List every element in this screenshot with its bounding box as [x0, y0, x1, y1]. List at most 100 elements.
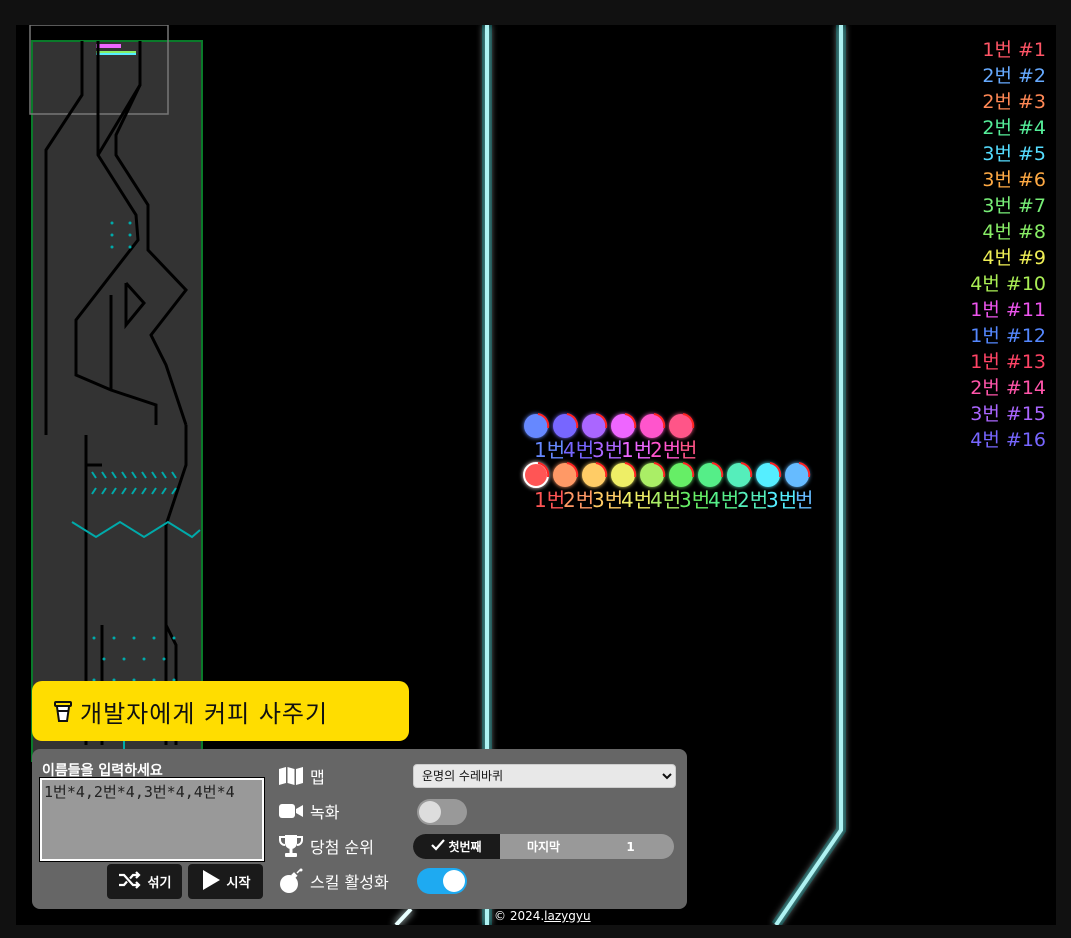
start-button[interactable]: 시작	[188, 864, 263, 899]
shuffle-icon	[118, 870, 142, 893]
marble-label: 3번	[679, 488, 710, 512]
ranking-rank: #5	[1011, 143, 1046, 165]
play-icon	[201, 869, 221, 895]
marble-label: 번	[795, 488, 813, 512]
rank-label: 당첨 순위	[310, 838, 374, 857]
ranking-rank: #1	[1011, 39, 1046, 61]
rank-segment: 첫번째 마지막 1	[413, 834, 674, 859]
video-camera-icon	[278, 800, 304, 822]
marble-label: 2번	[563, 488, 594, 512]
ranking-rank: #4	[1011, 117, 1046, 139]
ranking-name: 3번	[970, 403, 1000, 425]
names-label: 이름들을 입력하세요	[42, 763, 163, 779]
ranking-item: 3번 #15	[970, 401, 1046, 427]
minimap	[29, 25, 203, 762]
ranking-item: 2번 #2	[970, 63, 1046, 89]
copyright-text: © 2024.lazygyu	[494, 909, 591, 923]
buy-coffee-button[interactable]: 개발자에게 커피 사주기	[32, 681, 409, 741]
ranking-name: 3번	[982, 143, 1012, 165]
marble-label: 4번	[563, 438, 594, 462]
marble-label: 3번	[766, 488, 797, 512]
ranking-item: 2번 #3	[970, 89, 1046, 115]
ranking-name: 2번	[982, 91, 1012, 113]
shuffle-label: 섞기	[147, 876, 172, 891]
marble-label: 2번	[650, 438, 681, 462]
ranking-name: 2번	[982, 117, 1012, 139]
skill-toggle-knob	[443, 870, 465, 892]
names-input[interactable]: 1번*4,2번*4,3번*4,4번*4	[39, 777, 265, 862]
map-select[interactable]: 운명의 수레바퀴	[413, 764, 676, 788]
ranking-rank: #9	[1011, 247, 1046, 269]
ranking-rank: #7	[1011, 195, 1046, 217]
marble-label: 3번	[592, 488, 623, 512]
ranking-item: 1번 #13	[970, 349, 1046, 375]
ranking-item: 3번 #5	[970, 141, 1046, 167]
ranking-item: 1번 #12	[970, 323, 1046, 349]
ranking-item: 4번 #16	[970, 427, 1046, 453]
marble-label: 2번	[737, 488, 768, 512]
ranking-name: 1번	[970, 351, 1000, 373]
marble-label: 1번	[534, 438, 565, 462]
ranking-name: 4번	[982, 247, 1012, 269]
map-row: 맵	[278, 763, 325, 789]
ranking-item: 2번 #14	[970, 375, 1046, 401]
marble-label: 4번	[650, 488, 681, 512]
ranking-rank: #3	[1011, 91, 1046, 113]
ranking-name: 2번	[970, 377, 1000, 399]
marble-label: 번	[679, 438, 697, 462]
bomb-icon	[278, 868, 304, 893]
ranking-name: 1번	[970, 299, 1000, 321]
marbles-row-bottom: 1번2번3번4번4번3번4번2번3번번	[523, 462, 813, 512]
skill-label: 스킬 활성화	[310, 873, 389, 892]
ranking-name: 4번	[970, 429, 1000, 451]
rank-first-label: 첫번째	[448, 840, 482, 854]
ranking-item: 2번 #4	[970, 115, 1046, 141]
start-label: 시작	[226, 876, 251, 891]
ranking-item: 3번 #7	[970, 193, 1046, 219]
ranking-rank: #12	[999, 325, 1046, 347]
ranking-name: 3번	[982, 195, 1012, 217]
rank-number-input[interactable]: 1	[587, 834, 674, 859]
ranking-item: 3번 #6	[970, 167, 1046, 193]
record-row: 녹화	[278, 798, 339, 824]
copyright-year: © 2024.	[494, 909, 545, 923]
ranking-item: 1번 #11	[970, 297, 1046, 323]
skill-toggle[interactable]	[417, 868, 467, 894]
author-link[interactable]: lazygyu	[544, 909, 590, 923]
record-toggle[interactable]	[417, 799, 467, 825]
record-toggle-knob	[419, 801, 441, 823]
rank-first-option[interactable]: 첫번째	[413, 834, 500, 859]
rank-row: 당첨 순위	[278, 833, 374, 859]
skill-row: 스킬 활성화	[278, 868, 389, 894]
ranking-rank: #16	[999, 429, 1046, 451]
ranking-name: 2번	[982, 65, 1012, 87]
ranking-name: 4번	[982, 221, 1012, 243]
marble-label: 1번	[621, 438, 652, 462]
buy-coffee-label: 개발자에게 커피 사주기	[80, 699, 329, 728]
ranking-rank: #10	[999, 273, 1046, 295]
ranking-rank: #2	[1011, 65, 1046, 87]
check-icon	[431, 839, 446, 854]
ranking-name: 4번	[970, 273, 1000, 295]
map-label: 맵	[310, 768, 325, 787]
ranking-list: 1번 #1 2번 #2 2번 #3 2번 #4 3번 #5 3번 #6 3번 #7 4번 #8…	[970, 37, 1046, 453]
ranking-rank: #14	[999, 377, 1046, 399]
ranking-rank: #6	[1011, 169, 1046, 191]
marble-label: 3번	[592, 438, 623, 462]
marble-label: 1번	[534, 488, 565, 512]
ranking-item: 4번 #8	[970, 219, 1046, 245]
ranking-rank: #13	[999, 351, 1046, 373]
shuffle-button[interactable]: 섞기	[107, 864, 182, 899]
rank-last-label: 마지막	[526, 840, 561, 854]
ranking-item: 4번 #9	[970, 245, 1046, 271]
rank-last-option[interactable]: 마지막	[500, 834, 587, 859]
ranking-rank: #11	[999, 299, 1046, 321]
rank-number-value: 1	[626, 839, 635, 854]
marble-label: 4번	[621, 488, 652, 512]
trophy-icon	[278, 835, 304, 857]
ranking-name: 1번	[982, 39, 1012, 61]
settings-panel: 이름들을 입력하세요 1번*4,2번*4,3번*4,4번*4 섞기 시작 맵 운…	[32, 749, 687, 909]
ranking-name: 1번	[970, 325, 1000, 347]
record-label: 녹화	[310, 803, 340, 822]
marbles-row-top: 1번4번3번1번2번번	[524, 413, 697, 462]
